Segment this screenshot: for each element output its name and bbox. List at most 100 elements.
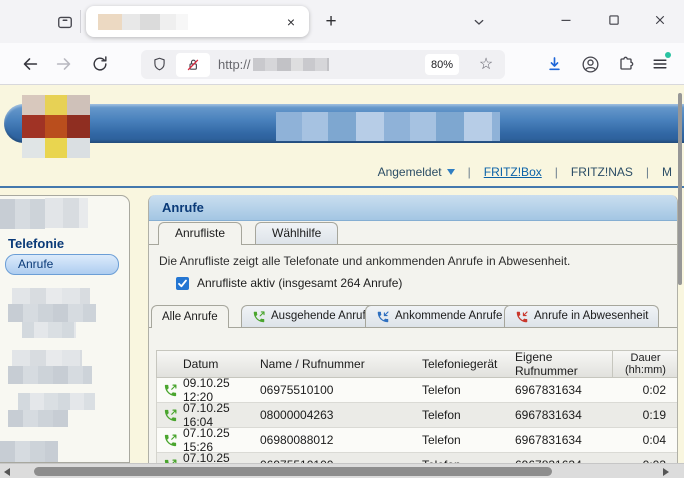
table-row[interactable]: 07.10.25 15:26 06980088012 Telefon 69678… [157, 428, 678, 453]
header-divider [0, 186, 684, 188]
window-maximize-button[interactable] [596, 6, 632, 34]
filter-tab-anrufe-in-abwesenheit[interactable]: Anrufe in Abwesenheit [504, 305, 659, 327]
window-close-button[interactable] [642, 6, 678, 34]
check-icon [177, 278, 188, 289]
cell-datum: 07.10.25 14:46 [183, 451, 260, 463]
tab-close-button[interactable]: × [281, 12, 301, 32]
downloads-button[interactable] [540, 50, 568, 78]
redacted-menu-item[interactable] [12, 350, 82, 366]
redacted-menu-item[interactable] [8, 366, 92, 384]
table-body: 09.10.25 12:20 06975510100 Telefon 69678… [156, 378, 678, 463]
firefox-view-icon [55, 12, 75, 32]
cell-name-rufnummer: 06980088012 [260, 433, 422, 447]
table-row[interactable]: 09.10.25 12:20 06975510100 Telefon 69678… [157, 378, 678, 403]
filter-tab-label: Anrufe in Abwesenheit [534, 306, 648, 327]
logged-in-menu[interactable]: Angemeldet [378, 165, 455, 179]
vertical-scrollbar-thumb[interactable] [678, 93, 682, 285]
cell-eigene-rufnummer: 6967831634 [515, 433, 612, 447]
scroll-right-arrow-icon[interactable] [663, 468, 669, 476]
header-telefoniegeraet: Telefoniegerät [422, 351, 515, 377]
sidebar-item-anrufe[interactable]: Anrufe [5, 254, 119, 275]
reload-button[interactable] [86, 50, 114, 78]
bookmark-star-icon[interactable]: ☆ [475, 53, 497, 75]
cell-datum: 07.10.25 15:26 [183, 426, 260, 454]
incoming-call-icon [376, 310, 390, 324]
app-menu-button[interactable] [646, 50, 674, 78]
nav-link-myfritz-truncated[interactable]: M [662, 165, 672, 179]
url-scheme-text: http:// [218, 57, 251, 72]
maximize-icon [605, 11, 623, 29]
redacted-menu-item[interactable] [18, 393, 95, 410]
scroll-left-arrow-icon[interactable] [4, 468, 10, 476]
browser-window: × + [0, 0, 684, 478]
forward-button[interactable] [50, 50, 78, 78]
plus-icon: + [325, 11, 336, 33]
filter-tab-label: Ankommende Anrufe [395, 306, 502, 327]
close-icon [651, 11, 669, 29]
anrufliste-description: Die Anrufliste zeigt alle Telefonate und… [159, 254, 570, 268]
list-all-tabs-button[interactable] [466, 10, 492, 34]
table-row[interactable]: 07.10.25 14:46 06975510100 Telefon 69678… [157, 453, 678, 463]
filter-tab-ausgehende-anrufe[interactable]: Ausgehende Anrufe [241, 305, 383, 327]
header-datum: Datum [183, 351, 260, 377]
anrufliste-aktiv-label: Anrufliste aktiv (insgesamt 264 Anrufe) [197, 276, 402, 290]
tab-bar: × + [0, 0, 684, 43]
redacted-menu-item[interactable] [0, 199, 45, 229]
insecure-connection-button[interactable] [176, 53, 210, 77]
close-icon: × [287, 14, 295, 30]
redacted-menu-item[interactable] [12, 288, 90, 304]
back-button[interactable] [16, 50, 44, 78]
outgoing-call-icon [163, 433, 178, 448]
table-row[interactable]: 07.10.25 16:04 08000004263 Telefon 69678… [157, 403, 678, 428]
filter-tab-alle-anrufe[interactable]: Alle Anrufe [151, 305, 229, 328]
reload-icon [90, 54, 110, 74]
active-browser-tab[interactable]: × [86, 6, 309, 37]
redacted-menu-item[interactable] [45, 198, 88, 228]
sidebar-menu: Telefonie Anrufe [0, 195, 130, 463]
cell-dauer: 0:02 [612, 383, 678, 397]
download-icon [544, 54, 565, 75]
outgoing-call-icon [163, 383, 178, 398]
horizontal-scrollbar[interactable] [0, 463, 684, 478]
redacted-menu-item[interactable] [22, 322, 76, 338]
header-dauer: Dauer (hh:mm) [612, 351, 678, 377]
brand-logo-redacted [22, 95, 90, 158]
nav-separator: | [555, 165, 558, 179]
filter-tab-label: Ausgehende Anrufe [271, 306, 372, 327]
url-redacted [253, 58, 329, 71]
top-links-nav: Angemeldet | FRITZ!Box | FRITZ!NAS | M [378, 163, 672, 180]
redacted-menu-item[interactable] [0, 441, 58, 462]
account-button[interactable] [576, 50, 604, 78]
firefox-view-button[interactable] [52, 10, 78, 34]
panel-title: Anrufe [149, 195, 677, 221]
main-tabs: Anrufliste Wählhilfe [149, 222, 677, 245]
new-tab-button[interactable]: + [318, 9, 344, 35]
redacted-menu-item[interactable] [8, 304, 96, 322]
filter-tab-label: Alle Anrufe [162, 307, 218, 328]
cell-telefoniegeraet: Telefon [422, 383, 515, 397]
nav-separator: | [468, 165, 471, 179]
tab-anrufliste[interactable]: Anrufliste [158, 222, 242, 245]
nav-link-fritznas[interactable]: FRITZ!NAS [571, 165, 633, 179]
filter-tab-ankommende-anrufe[interactable]: Ankommende Anrufe [365, 305, 513, 327]
horizontal-scrollbar-thumb[interactable] [34, 467, 552, 476]
back-icon [19, 53, 41, 75]
menu-badge [665, 52, 671, 58]
cell-datum: 09.10.25 12:20 [183, 376, 260, 404]
extensions-button[interactable] [612, 50, 640, 78]
nav-link-fritzbox[interactable]: FRITZ!Box [484, 165, 542, 179]
window-minimize-button[interactable] [548, 6, 584, 34]
cell-name-rufnummer: 08000004263 [260, 408, 422, 422]
cell-dauer: 0:19 [612, 408, 678, 422]
router-name-redacted [276, 112, 500, 141]
nav-separator: | [646, 165, 649, 179]
url-bar[interactable]: http:// 80% ☆ [141, 50, 505, 79]
tab-waehlhilfe[interactable]: Wählhilfe [255, 222, 338, 244]
anrufliste-aktiv-row: Anrufliste aktiv (insgesamt 264 Anrufe) [176, 276, 402, 290]
table-header-row: Datum Name / Rufnummer Telefoniegerät Ei… [156, 350, 678, 378]
anrufliste-aktiv-checkbox[interactable] [176, 277, 189, 290]
outgoing-call-icon [252, 310, 266, 324]
tracking-protection-shield-icon[interactable] [151, 55, 168, 74]
redacted-menu-item[interactable] [8, 410, 68, 427]
zoom-level-indicator[interactable]: 80% [425, 54, 459, 75]
